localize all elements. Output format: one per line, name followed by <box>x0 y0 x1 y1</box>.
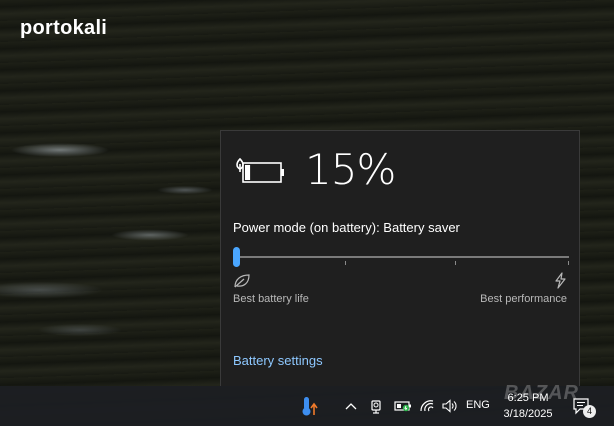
meet-now-icon[interactable] <box>368 397 386 415</box>
input-language[interactable]: ENG <box>466 399 490 411</box>
battery-status-row: 15% <box>233 145 396 194</box>
leaf-icon <box>234 274 250 288</box>
battery-settings-link[interactable]: Battery settings <box>233 353 323 368</box>
power-mode-label: Power mode (on battery): Battery saver <box>233 220 460 235</box>
best-performance-label: Best performance <box>480 293 567 305</box>
slider-tick <box>345 261 346 265</box>
battery-percent: 15% <box>305 145 396 194</box>
battery-saver-battery-icon <box>236 157 284 183</box>
desktop-brand: portokali <box>20 17 108 39</box>
battery-flyout: 15% Power mode (on battery): Battery sav… <box>220 130 580 386</box>
slider-tick <box>455 261 456 265</box>
thermometer-app-icon[interactable] <box>298 394 320 418</box>
slider-track <box>233 256 569 258</box>
slider-thumb[interactable] <box>233 247 240 267</box>
lightning-bolt-icon <box>555 272 566 289</box>
volume-icon[interactable] <box>440 397 460 415</box>
watermark-logo: BAZAR <box>504 382 579 404</box>
clock-date: 3/18/2025 <box>503 408 553 420</box>
notification-count-badge: 4 <box>583 405 596 418</box>
power-mode-slider[interactable] <box>233 247 569 267</box>
slider-tick <box>568 261 569 265</box>
battery-charging-icon[interactable] <box>393 398 413 414</box>
wifi-icon[interactable] <box>418 397 436 415</box>
chevron-up-icon[interactable] <box>343 398 359 414</box>
best-battery-life-label: Best battery life <box>233 293 309 305</box>
